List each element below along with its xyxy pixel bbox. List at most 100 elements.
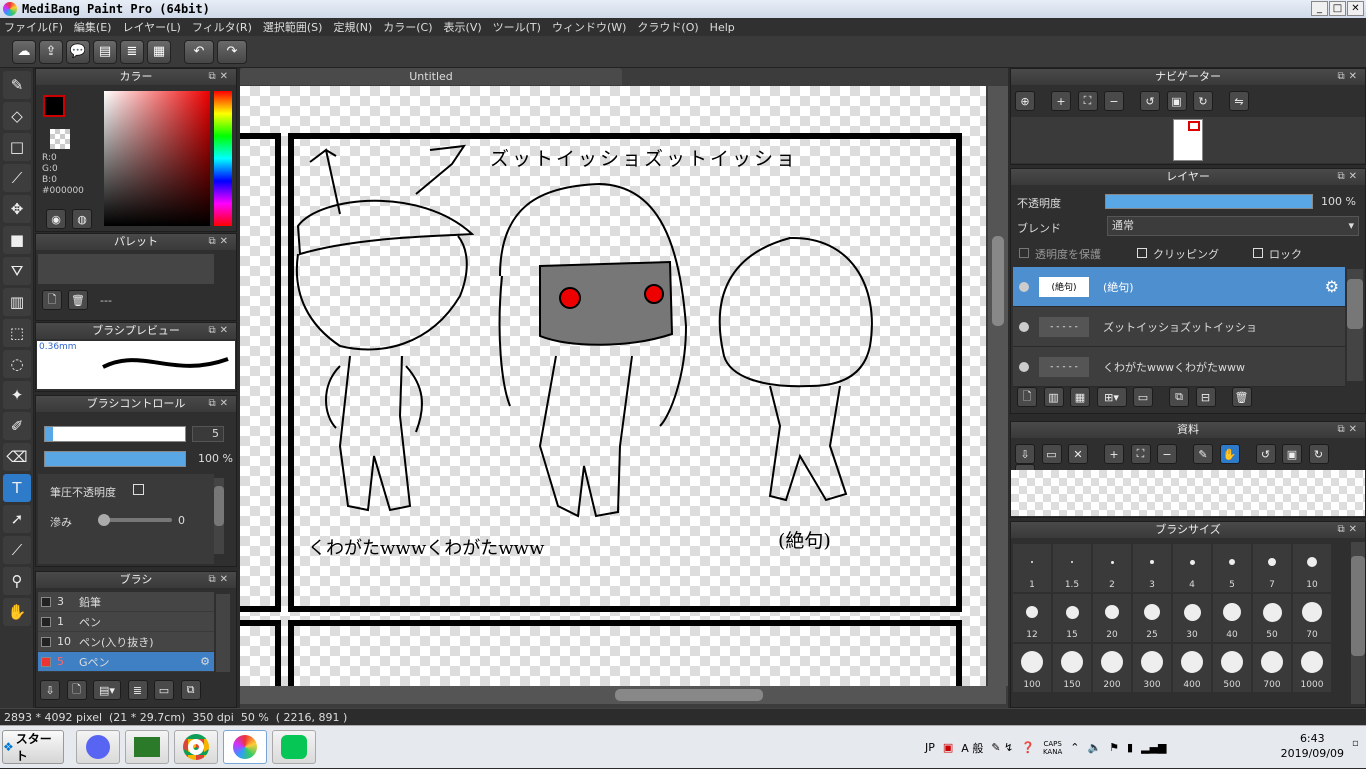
menu-ruler[interactable]: 定規(N) bbox=[333, 19, 372, 35]
text-tool-icon[interactable]: T bbox=[3, 474, 31, 502]
speech-icon[interactable]: ▤ bbox=[93, 39, 117, 64]
hand-icon[interactable]: ✋ bbox=[1219, 444, 1240, 464]
gear-icon[interactable]: ⚙ bbox=[200, 655, 210, 668]
panel-controls[interactable]: ⧉✕ bbox=[208, 234, 232, 250]
new-palette-icon[interactable]: 🗋 bbox=[42, 290, 62, 310]
flip-icon[interactable]: ⇋ bbox=[1229, 91, 1249, 111]
palette-area[interactable] bbox=[38, 254, 214, 284]
brush-size-option[interactable]: 4 bbox=[1173, 544, 1211, 592]
eyedropper-tool-icon[interactable]: ⚲ bbox=[3, 567, 31, 595]
tray-arrow-icon[interactable]: ⌃ bbox=[1070, 741, 1079, 754]
panel-controls[interactable]: ⧉✕ bbox=[208, 396, 232, 412]
brush-size-option[interactable]: 30 bbox=[1173, 594, 1211, 642]
brush-size-option[interactable]: 200 bbox=[1093, 644, 1131, 692]
eyedropper-icon[interactable]: ✎ bbox=[1193, 444, 1213, 464]
new-layer-icon[interactable]: 🗋 bbox=[1017, 387, 1037, 407]
trash-icon[interactable]: 🗑 bbox=[68, 290, 88, 310]
gradient-tool-icon[interactable]: ▥ bbox=[3, 288, 31, 316]
brush-size-option[interactable]: 1 bbox=[1013, 544, 1051, 592]
undo-icon[interactable]: ↶ bbox=[184, 39, 214, 64]
brush-size-option[interactable]: 5 bbox=[1213, 544, 1251, 592]
brush-item[interactable]: 1 ペン bbox=[38, 612, 214, 632]
magic-wand-tool-icon[interactable]: ✦ bbox=[3, 381, 31, 409]
rotate-right-icon[interactable]: ↻ bbox=[1193, 91, 1213, 111]
brush-size-option[interactable]: 15 bbox=[1053, 594, 1091, 642]
hand-tool-icon[interactable]: ✋ bbox=[3, 598, 31, 626]
panel-controls[interactable]: ⧉✕ bbox=[1337, 69, 1361, 85]
panel-controls[interactable]: ⧉✕ bbox=[208, 572, 232, 588]
close-material-icon[interactable]: ✕ bbox=[1068, 444, 1088, 464]
minimize-button[interactable]: _ bbox=[1311, 1, 1328, 16]
menu-color[interactable]: カラー(C) bbox=[383, 19, 432, 35]
brush-size-option[interactable]: 70 bbox=[1293, 594, 1331, 642]
add-brush-dropdown-icon[interactable]: ▤▾ bbox=[93, 680, 121, 700]
upload-icon[interactable]: ⇪ bbox=[39, 39, 63, 64]
notification-icon[interactable]: ▫ bbox=[1352, 738, 1362, 749]
eye-icon[interactable] bbox=[1019, 361, 1029, 372]
volume-icon[interactable]: 🔈 bbox=[1087, 741, 1101, 754]
brush-size-scrollbar[interactable] bbox=[1351, 542, 1365, 704]
document-icon[interactable]: ≣ bbox=[120, 39, 144, 64]
zoom-fit-icon[interactable]: ⊕ bbox=[1015, 91, 1035, 111]
lasso-tool-icon[interactable]: ◌ bbox=[3, 350, 31, 378]
clipping-checkbox[interactable] bbox=[1137, 248, 1147, 258]
layer-folder-icon[interactable]: ▭ bbox=[1133, 387, 1153, 407]
brush-size-option[interactable]: 2 bbox=[1093, 544, 1131, 592]
cloud-icon[interactable]: ☁ bbox=[12, 39, 36, 64]
brush-opacity-slider[interactable] bbox=[44, 451, 186, 467]
network-icon[interactable]: ⚑ bbox=[1109, 741, 1119, 754]
brush-size-option[interactable]: 700 bbox=[1253, 644, 1291, 692]
layer-row[interactable]: - - - - - くわがたwwwくわがたwww bbox=[1013, 347, 1345, 387]
layer-row[interactable]: - - - - - ズットイッショズットイッショ bbox=[1013, 307, 1345, 347]
eye-icon[interactable] bbox=[1019, 281, 1029, 292]
duplicate-layer-icon[interactable]: ⧉ bbox=[1169, 387, 1189, 407]
hue-slider[interactable] bbox=[214, 91, 232, 226]
brush-tool-icon[interactable]: ✎ bbox=[3, 71, 31, 99]
layer-row-selected[interactable]: (絶句) (絶句) ⚙ bbox=[1013, 267, 1345, 307]
panel-controls[interactable]: ⧉✕ bbox=[1337, 169, 1361, 185]
select-pen-tool-icon[interactable]: ✐ bbox=[3, 412, 31, 440]
brush-size-option[interactable]: 1.5 bbox=[1053, 544, 1091, 592]
canvas-vertical-scrollbar[interactable] bbox=[988, 86, 1008, 686]
menu-cloud[interactable]: クラウド(O) bbox=[637, 19, 698, 35]
ime-tools-icon[interactable]: ✎ ↯ bbox=[991, 741, 1013, 754]
brush-size-option[interactable]: 12 bbox=[1013, 594, 1051, 642]
line-icon[interactable] bbox=[272, 730, 316, 764]
new-brush-icon[interactable]: 🗋 bbox=[66, 680, 87, 700]
battery-icon[interactable]: ▮ bbox=[1127, 741, 1133, 754]
select-eraser-tool-icon[interactable]: ⌫ bbox=[3, 443, 31, 471]
menu-selection[interactable]: 選択範囲(S) bbox=[263, 19, 323, 35]
drawing-canvas[interactable]: ズットイッショズットイッショ くわがたwwwくわがたwww (絶句) bbox=[240, 86, 986, 686]
zoom-in-icon[interactable]: + bbox=[1051, 91, 1071, 111]
discord-icon[interactable] bbox=[76, 730, 120, 764]
navigator-thumbnail[interactable] bbox=[1173, 119, 1203, 161]
zoom-out-icon[interactable]: − bbox=[1104, 91, 1124, 111]
brush-size-option[interactable]: 20 bbox=[1093, 594, 1131, 642]
open-folder-icon[interactable]: ▭ bbox=[1041, 444, 1062, 464]
zoom-out-icon[interactable]: − bbox=[1157, 444, 1177, 464]
brush-size-option[interactable]: 150 bbox=[1053, 644, 1091, 692]
menu-view[interactable]: 表示(V) bbox=[444, 19, 482, 35]
rectangle-tool-icon[interactable]: □ bbox=[3, 133, 31, 161]
move-tool-icon[interactable]: ✥ bbox=[3, 195, 31, 223]
brush-size-slider[interactable] bbox=[44, 426, 186, 442]
close-button[interactable]: ✕ bbox=[1347, 1, 1364, 16]
menu-file[interactable]: ファイル(F) bbox=[4, 19, 63, 35]
chrome-icon[interactable] bbox=[174, 730, 218, 764]
foreground-color-swatch[interactable] bbox=[43, 95, 65, 117]
brush-property-icon[interactable]: ≣ bbox=[127, 680, 148, 700]
fit-window-icon[interactable]: ⛶ bbox=[1077, 91, 1098, 111]
color-settings-icon[interactable]: ◍ bbox=[72, 209, 92, 229]
reset-rotation-icon[interactable]: ▣ bbox=[1166, 91, 1187, 111]
blend-mode-select[interactable]: 通常 ▾ bbox=[1107, 216, 1359, 236]
brush-item[interactable]: 10 ペン(入り抜き) bbox=[38, 632, 214, 652]
brush-size-option[interactable]: 100 bbox=[1013, 644, 1051, 692]
download-material-icon[interactable]: ⇩ bbox=[1015, 444, 1035, 464]
medibang-icon[interactable] bbox=[223, 730, 267, 764]
brush-size-option[interactable]: 25 bbox=[1133, 594, 1171, 642]
terminal-app-icon[interactable] bbox=[125, 730, 169, 764]
divide-tool-icon[interactable]: ⟋ bbox=[3, 536, 31, 564]
menu-edit[interactable]: 編集(E) bbox=[74, 19, 112, 35]
redo-icon[interactable]: ↷ bbox=[217, 39, 247, 64]
zoom-in-icon[interactable]: + bbox=[1104, 444, 1124, 464]
